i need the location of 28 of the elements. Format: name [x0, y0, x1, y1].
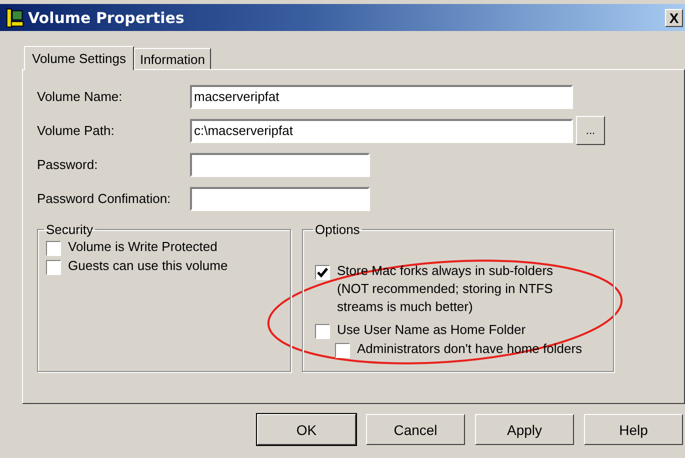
checkbox[interactable]: [315, 324, 330, 339]
group-title: Security: [45, 222, 94, 237]
browse-button[interactable]: ...: [576, 116, 605, 145]
checkbox[interactable]: [315, 265, 330, 280]
dialog-button[interactable]: OK: [257, 414, 356, 445]
dialog-button[interactable]: Apply: [475, 414, 574, 445]
group-title: Options: [314, 222, 361, 237]
field-label: Password Confimation:: [37, 191, 172, 206]
tab[interactable]: Volume Settings: [24, 46, 134, 70]
checkbox[interactable]: [335, 343, 350, 358]
checkbox-label: Guests can use this volume: [68, 257, 228, 275]
checkbox-label: Volume is Write Protected: [68, 238, 218, 256]
input-field[interactable]: [190, 152, 370, 176]
field-label: Volume Name:: [37, 89, 124, 104]
input-field[interactable]: macserveripfat: [190, 84, 573, 108]
app-icon: [6, 6, 24, 28]
input-field[interactable]: [190, 186, 370, 210]
dialog-button[interactable]: Cancel: [366, 414, 465, 445]
checkbox[interactable]: [46, 260, 61, 275]
checkbox[interactable]: [46, 241, 61, 256]
tab[interactable]: Information: [134, 48, 211, 69]
dialog-button[interactable]: Help: [584, 414, 683, 445]
window-title: Volume Properties: [28, 8, 186, 26]
close-button[interactable]: X: [665, 8, 683, 26]
input-field[interactable]: c:\macserveripfat: [190, 118, 573, 142]
field-label: Password:: [37, 157, 99, 172]
field-label: Volume Path:: [37, 123, 116, 138]
checkbox-label: Use User Name as Home Folder: [337, 321, 526, 339]
